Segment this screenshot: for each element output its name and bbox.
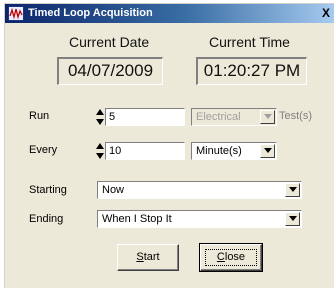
window-title: Timed Loop Acquisition <box>28 7 153 19</box>
start-button[interactable]: Start <box>117 244 179 271</box>
title-bar[interactable]: Timed Loop Acquisition X <box>5 4 334 23</box>
run-spin-icon[interactable] <box>95 108 105 126</box>
ending-value: When I Stop It <box>102 213 172 225</box>
run-label: Run <box>29 110 50 122</box>
every-unit-value: Minute(s) <box>196 145 242 157</box>
run-suffix-label: Test(s) <box>279 110 312 122</box>
start-mnemonic: S <box>136 251 144 263</box>
starting-value: Now <box>102 184 125 196</box>
chevron-down-icon[interactable] <box>285 183 300 197</box>
chevron-down-icon[interactable] <box>260 144 275 158</box>
start-label-rest: tart <box>143 251 160 263</box>
close-button[interactable]: Close <box>199 243 263 272</box>
every-spin-icon[interactable] <box>95 142 105 160</box>
starting-select[interactable]: Now <box>97 181 302 199</box>
every-unit-select[interactable]: Minute(s) <box>191 142 277 160</box>
every-label: Every <box>29 144 58 156</box>
close-icon[interactable]: X <box>318 6 334 21</box>
every-count-input[interactable]: 10 <box>105 142 185 160</box>
current-date-label: Current Date <box>69 34 150 50</box>
starting-label: Starting <box>29 184 67 196</box>
current-time-label: Current Time <box>209 34 290 50</box>
run-count-input[interactable]: 5 <box>105 108 185 126</box>
current-time-display: 01:20:27 PM <box>196 57 307 85</box>
run-mode-select: Electrical <box>191 108 277 126</box>
ending-select[interactable]: When I Stop It <box>97 210 302 228</box>
timed-loop-dialog: Timed Loop Acquisition X Current Date 04… <box>4 3 334 288</box>
chevron-down-icon <box>260 110 275 124</box>
current-date-display: 04/07/2009 <box>57 57 163 85</box>
run-mode-value: Electrical <box>196 111 241 123</box>
ending-label: Ending <box>29 213 64 225</box>
chevron-down-icon[interactable] <box>285 212 300 226</box>
waveform-icon <box>8 6 24 21</box>
